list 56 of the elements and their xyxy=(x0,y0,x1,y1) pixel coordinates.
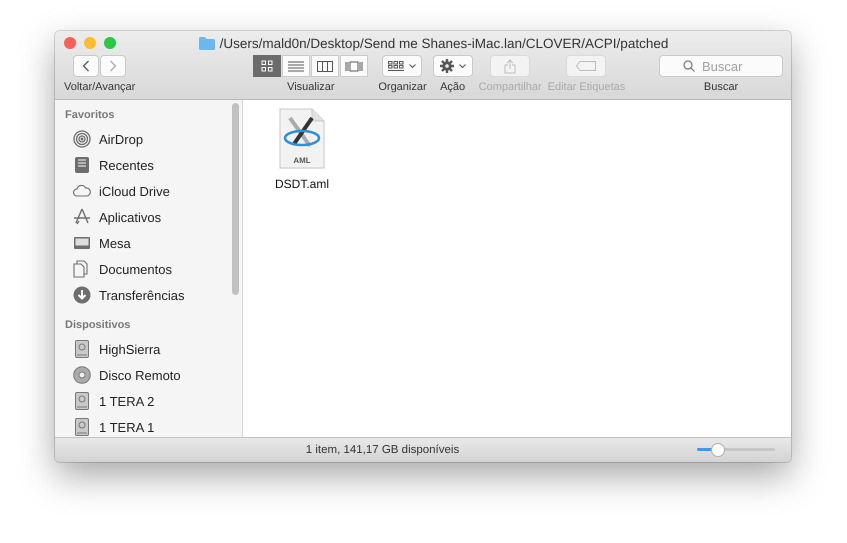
optical-icon xyxy=(73,366,91,384)
sidebar-heading: Favoritos xyxy=(64,108,116,123)
sidebar-item[interactable]: HighSierra xyxy=(55,336,242,362)
columns-icon xyxy=(317,60,334,72)
sidebar-item[interactable]: Mesa xyxy=(55,230,242,256)
view-mode-button[interactable] xyxy=(340,55,368,77)
desktop-icon xyxy=(73,234,91,252)
sidebar-item[interactable]: 1 TERA 2 xyxy=(55,388,242,414)
sidebar-item[interactable]: Disco Remoto xyxy=(55,362,242,388)
share-icon xyxy=(504,58,516,74)
tools-icon xyxy=(284,116,320,148)
status-text: 1 item, 141,17 GB disponíveis xyxy=(304,444,460,456)
toolbar-button[interactable] xyxy=(432,55,473,77)
arrange-grid-icon xyxy=(388,60,404,72)
scrollbar[interactable] xyxy=(232,103,239,295)
sidebar-item[interactable]: Transferências xyxy=(55,282,242,308)
chevron-right-icon xyxy=(109,60,118,72)
sidebar-item[interactable]: Aplicativos xyxy=(55,204,242,230)
zoom-button[interactable] xyxy=(104,37,116,49)
sidebar-heading: Dispositivos xyxy=(64,318,132,333)
caret-icon xyxy=(458,64,466,68)
airdrop-icon xyxy=(73,130,91,148)
slider-thumb[interactable] xyxy=(710,443,724,457)
file-type-label: AML xyxy=(293,156,311,165)
view-mode-button[interactable] xyxy=(253,55,282,77)
toolbar-label: Voltar/Avançar xyxy=(64,81,136,93)
file-item[interactable]: AML DSDT.aml xyxy=(271,108,333,191)
view-mode-button[interactable] xyxy=(311,55,340,77)
toolbar-label: Buscar xyxy=(704,81,738,93)
chevron-left-icon xyxy=(82,60,90,72)
window-title: /Users/mald0n/Desktop/Send me Shanes-iMac.lan/CLOVER/ACPI/patched xyxy=(220,36,668,50)
tag-icon xyxy=(576,61,596,71)
toolbar-label: Ação xyxy=(440,81,466,93)
search-field[interactable]: Buscar xyxy=(659,55,783,77)
folder-icon xyxy=(198,36,215,50)
close-button[interactable] xyxy=(64,37,76,49)
search-icon xyxy=(683,60,695,72)
icon-grid-icon xyxy=(261,60,274,72)
sidebar-item[interactable]: AirDrop xyxy=(55,126,242,152)
back-button[interactable] xyxy=(73,55,100,77)
list-icon xyxy=(288,60,304,72)
gear-icon xyxy=(440,59,454,73)
toolbar-label: Organizar xyxy=(378,81,427,93)
sidebar-item[interactable]: iCloud Drive xyxy=(55,178,242,204)
toolbar-label: Visualizar xyxy=(287,81,335,93)
apps-icon xyxy=(73,208,91,226)
toolbar-button[interactable] xyxy=(382,55,422,77)
view-mode-button[interactable] xyxy=(282,55,310,77)
file-name: DSDT.aml xyxy=(274,177,329,191)
sidebar-item[interactable]: Documentos xyxy=(55,256,242,282)
download-icon xyxy=(73,286,91,304)
sidebar-item[interactable]: 1 TERA 1 xyxy=(55,414,242,437)
sidebar-item[interactable]: Recentes xyxy=(55,152,242,178)
gallery-icon xyxy=(345,60,364,72)
caret-icon xyxy=(409,64,416,68)
recent-icon xyxy=(73,156,91,174)
